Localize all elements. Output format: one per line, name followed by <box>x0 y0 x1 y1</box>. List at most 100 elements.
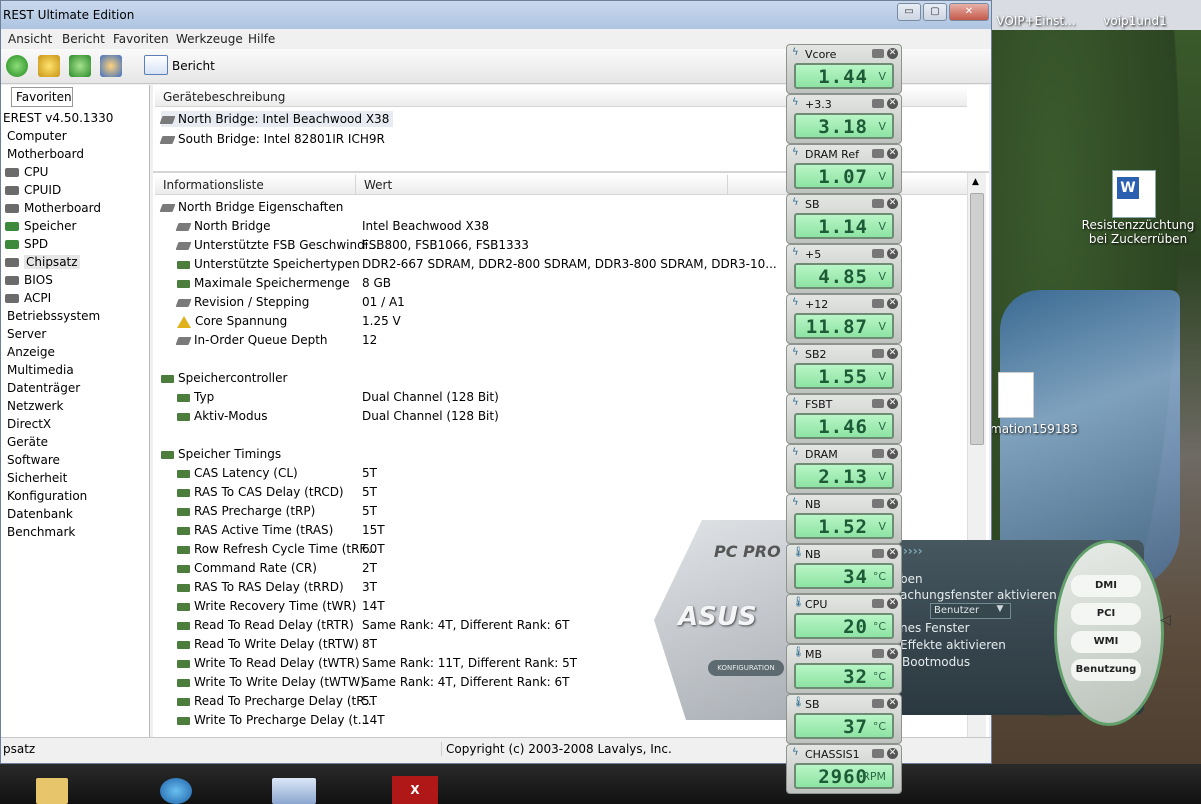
table-row[interactable]: Typ <box>177 390 214 404</box>
sensor-widget[interactable]: ϟ NB ✕ 1.52 V <box>786 494 902 544</box>
report-icon[interactable] <box>144 55 168 75</box>
table-row[interactable]: North Bridge <box>175 219 271 233</box>
sensor-widget[interactable]: ϟ SB2 ✕ 1.55 V <box>786 344 902 394</box>
close-icon[interactable]: ✕ <box>887 748 898 759</box>
pci-button[interactable]: PCI <box>1071 603 1141 625</box>
close-button[interactable]: ✕ <box>949 3 989 21</box>
tree-item[interactable]: Motherboard <box>7 147 84 161</box>
tree-item[interactable]: Datenträger <box>7 381 80 395</box>
settings-icon[interactable] <box>872 349 884 358</box>
table-row[interactable]: RAS Active Time (tRAS) <box>177 523 333 537</box>
close-icon[interactable]: ✕ <box>887 98 898 109</box>
settings-icon[interactable] <box>872 399 884 408</box>
settings-icon[interactable] <box>872 199 884 208</box>
table-row[interactable]: RAS Precharge (tRP) <box>177 504 315 518</box>
desktop-icon-voip-einst[interactable]: VOIP+Einst... <box>996 14 1076 28</box>
close-icon[interactable]: ✕ <box>887 198 898 209</box>
tree-item[interactable]: Speicher <box>5 219 76 233</box>
scroll-thumb[interactable] <box>970 193 984 445</box>
tree-item[interactable]: Geräte <box>7 435 48 449</box>
settings-icon[interactable] <box>872 49 884 58</box>
tree-item[interactable]: Netzwerk <box>7 399 63 413</box>
tree-item[interactable]: Konfiguration <box>7 489 87 503</box>
tree-item[interactable]: CPUID <box>5 183 61 197</box>
tree-item[interactable]: Multimedia <box>7 363 74 377</box>
close-icon[interactable]: ✕ <box>887 398 898 409</box>
tree-item[interactable]: EREST v4.50.1330 <box>3 111 113 125</box>
folder-icon[interactable] <box>36 778 68 804</box>
settings-icon[interactable] <box>872 249 884 258</box>
menu-werkzeuge[interactable]: Werkzeuge <box>176 32 243 46</box>
probe-line-5[interactable]: Bootmodus <box>902 655 970 669</box>
table-row[interactable]: RAS To CAS Delay (tRCD) <box>177 485 344 499</box>
up-icon[interactable] <box>38 55 60 77</box>
app-x-icon[interactable]: X <box>392 776 438 804</box>
tree-item[interactable]: ACPI <box>5 291 51 305</box>
probe-line-1[interactable]: ben <box>900 572 923 586</box>
table-row[interactable]: Write To Write Delay (tWTW) <box>177 675 365 689</box>
close-icon[interactable]: ✕ <box>887 248 898 259</box>
table-row[interactable]: RAS To RAS Delay (tRRD) <box>177 580 344 594</box>
tree-item[interactable]: Betriebssystem <box>7 309 100 323</box>
tree-item[interactable]: Anzeige <box>7 345 55 359</box>
konfiguration-button[interactable]: KONFIGURATION <box>708 660 784 676</box>
maximize-button[interactable]: ▢ <box>923 3 947 21</box>
tree-item[interactable]: Computer <box>7 129 67 143</box>
settings-icon[interactable] <box>872 299 884 308</box>
table-row[interactable]: CAS Latency (CL) <box>177 466 298 480</box>
table-row[interactable]: Revision / Stepping <box>175 295 309 309</box>
tree-item[interactable]: SPD <box>5 237 48 251</box>
dmi-button[interactable]: DMI <box>1071 575 1141 597</box>
info-group-header[interactable]: Speichercontroller <box>161 371 287 385</box>
menu-ansicht[interactable]: Ansicht <box>8 32 52 46</box>
tree-item[interactable]: DirectX <box>7 417 51 431</box>
menu-favoriten[interactable]: Favoriten <box>113 32 169 46</box>
table-row[interactable]: Core Spannung <box>177 314 287 328</box>
menu-hilfe[interactable]: Hilfe <box>248 32 275 46</box>
scroll-up-icon[interactable]: ▲ <box>972 177 979 187</box>
table-row[interactable]: Read To Write Delay (tRTW) <box>177 637 359 651</box>
tree-item[interactable]: CPU <box>5 165 48 179</box>
tab-favoriten[interactable]: Favoriten <box>11 87 73 107</box>
file-icon[interactable] <box>998 372 1034 418</box>
close-icon[interactable]: ✕ <box>887 48 898 59</box>
table-row[interactable]: Read To Precharge Delay (tR... <box>177 694 376 708</box>
settings-icon[interactable] <box>872 749 884 758</box>
device-item-south-bridge[interactable]: South Bridge: Intel 82801IR ICH9R <box>159 132 385 146</box>
table-row[interactable]: Read To Read Delay (tRTR) <box>177 618 354 632</box>
table-row[interactable]: Write Recovery Time (tWR) <box>177 599 356 613</box>
tree-item[interactable]: Benchmark <box>7 525 75 539</box>
tree-item[interactable]: Motherboard <box>5 201 101 215</box>
column-header-wert[interactable]: Wert <box>355 175 727 195</box>
table-row[interactable]: Maximale Speichermenge <box>177 276 350 290</box>
close-icon[interactable]: ✕ <box>887 498 898 509</box>
wmi-button[interactable]: WMI <box>1071 631 1141 653</box>
sensor-widget[interactable]: 🌡 CPU ✕ 20 °C <box>786 594 902 644</box>
probe-line-4[interactable]: Effekte aktivieren <box>900 638 1006 652</box>
table-row[interactable]: Unterstützte FSB Geschwindi... <box>175 238 380 252</box>
table-row[interactable]: Aktiv-Modus <box>177 409 267 423</box>
table-row[interactable]: Write To Precharge Delay (t... <box>177 713 369 727</box>
close-icon[interactable]: ✕ <box>887 698 898 709</box>
close-icon[interactable]: ✕ <box>887 298 898 309</box>
computer-icon[interactable] <box>272 778 316 804</box>
info-group-header[interactable]: North Bridge Eigenschaften <box>159 200 343 214</box>
settings-icon[interactable] <box>872 599 884 608</box>
probe-line-3[interactable]: nes Fenster <box>900 621 970 635</box>
report-button[interactable]: Bericht <box>172 59 215 73</box>
tree-item[interactable]: Software <box>7 453 60 467</box>
sensor-widget[interactable]: ϟ +12 ✕ 11.87 V <box>786 294 902 344</box>
settings-icon[interactable] <box>872 449 884 458</box>
tree-item[interactable]: Datenbank <box>7 507 73 521</box>
settings-icon[interactable] <box>872 149 884 158</box>
settings-icon[interactable] <box>872 549 884 558</box>
sensor-widget[interactable]: ϟ DRAM ✕ 2.13 V <box>786 444 902 494</box>
sensor-widget[interactable]: ϟ CHASSIS1 ✕ 2960 RPM <box>786 744 902 794</box>
close-icon[interactable]: ✕ <box>887 648 898 659</box>
sensor-widget[interactable]: 🌡 SB ✕ 37 °C <box>786 694 902 744</box>
close-icon[interactable]: ✕ <box>887 598 898 609</box>
collapse-arrow-icon[interactable]: ◁ <box>1160 612 1171 628</box>
forward-icon[interactable] <box>6 55 28 77</box>
benutzung-button[interactable]: Benutzung <box>1071 659 1141 681</box>
word-doc-icon[interactable]: W <box>1112 170 1156 218</box>
